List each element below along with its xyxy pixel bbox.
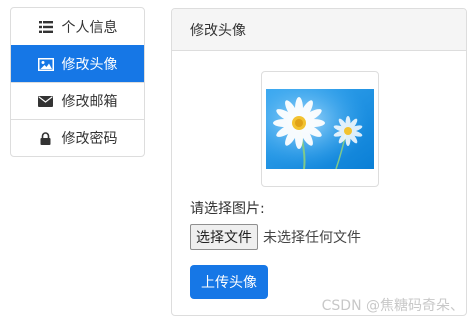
watermark: CSDN @焦糖码奇朵、 [321, 298, 464, 314]
sidebar-item-avatar[interactable]: 修改头像 [11, 45, 144, 82]
panel-title: 修改头像 [172, 9, 466, 51]
sidebar-item-email[interactable]: 修改邮箱 [11, 82, 144, 119]
avatar-preview [261, 71, 379, 187]
choose-file-button[interactable]: 选择文件 [190, 224, 258, 250]
picture-icon [37, 57, 54, 71]
choose-image-label: 请选择图片: [190, 201, 265, 217]
sidebar-item-label: 修改邮箱 [61, 94, 118, 110]
lock-icon [38, 131, 54, 145]
avatar-panel: 修改头像 请选择图片: 选择文件 未选择任何文件 上传头像 [171, 8, 467, 316]
avatar-image [266, 89, 374, 169]
sidebar-item-label: 修改密码 [61, 131, 118, 147]
settings-sidebar: 个人信息 修改头像 修改邮箱 修改密码 [10, 7, 145, 157]
upload-avatar-button[interactable]: 上传头像 [190, 265, 268, 299]
sidebar-item-label: 修改头像 [61, 57, 118, 73]
file-input[interactable]: 选择文件 未选择任何文件 [190, 224, 361, 250]
envelope-icon [38, 94, 54, 108]
sidebar-item-password[interactable]: 修改密码 [11, 119, 144, 156]
sidebar-item-profile[interactable]: 个人信息 [11, 8, 144, 45]
sidebar-item-label: 个人信息 [61, 19, 118, 36]
file-status-text: 未选择任何文件 [263, 230, 361, 246]
list-icon [38, 20, 54, 34]
